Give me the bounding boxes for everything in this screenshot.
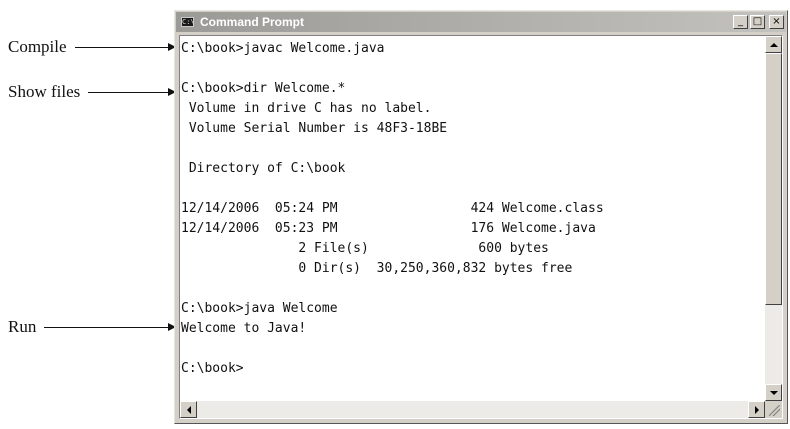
console-output[interactable]: C:\book>javac Welcome.java C:\book>dir We… (180, 36, 765, 401)
maximize-button[interactable]: □ (750, 15, 765, 29)
callout-run-label: Run (8, 317, 37, 336)
window-controls: _ □ × (733, 15, 784, 29)
console-line: C:\book> (181, 361, 244, 376)
arrow-up-icon (769, 42, 778, 47)
callout-compile-label: Compile (8, 37, 67, 56)
callout-compile: Compile (0, 37, 176, 57)
callout-show-files-label: Show files (8, 82, 81, 101)
console-line: 0 Dir(s) 30,250,360,832 bytes free (181, 261, 573, 276)
callout-show-files-arrow-line (88, 91, 168, 93)
close-button[interactable]: × (769, 15, 784, 29)
callout-show-files: Show files (0, 82, 176, 102)
console-line: C:\book>java Welcome (181, 301, 338, 316)
window-title: Command Prompt (200, 15, 305, 29)
minimize-button[interactable]: _ (733, 15, 748, 29)
console-line: 2 File(s) 600 bytes (181, 241, 549, 256)
console-line: Volume Serial Number is 48F3-18BE (181, 121, 448, 136)
vertical-scrollbar[interactable] (765, 36, 782, 401)
resize-grip-icon[interactable] (769, 405, 780, 416)
scroll-down-button[interactable] (765, 384, 782, 401)
arrow-down-icon (769, 390, 778, 395)
console-area: C:\book>javac Welcome.java C:\book>dir We… (179, 35, 783, 419)
arrow-left-icon (186, 405, 191, 414)
console-lines: C:\book>javac Welcome.java C:\book>dir We… (180, 36, 765, 379)
console-line: Directory of C:\book (181, 161, 346, 176)
console-line: C:\book>dir Welcome.* (181, 81, 346, 96)
command-prompt-icon[interactable]: C:\ (181, 17, 195, 27)
scroll-right-button[interactable] (748, 401, 765, 418)
callout-run-arrow-line (44, 326, 168, 328)
callout-run: Run (0, 317, 176, 337)
vertical-scroll-thumb[interactable] (765, 53, 782, 305)
command-prompt-window: C:\ Command Prompt _ □ × C:\book>javac W… (174, 10, 788, 424)
console-line: 12/14/2006 05:24 PM 424 Welcome.class (181, 201, 604, 216)
scroll-left-button[interactable] (180, 401, 197, 418)
arrow-right-icon (754, 405, 759, 414)
console-line: C:\book>javac Welcome.java (181, 41, 385, 56)
console-line: Welcome to Java! (181, 321, 307, 336)
console-line: 12/14/2006 05:23 PM 176 Welcome.java (181, 221, 596, 236)
console-line: Volume in drive C has no label. (181, 101, 432, 116)
horizontal-scrollbar[interactable] (180, 401, 765, 418)
title-bar[interactable]: C:\ Command Prompt _ □ × (176, 12, 786, 32)
callout-compile-arrow-line (74, 46, 168, 48)
scroll-up-button[interactable] (765, 36, 782, 53)
resize-corner[interactable] (765, 401, 782, 418)
